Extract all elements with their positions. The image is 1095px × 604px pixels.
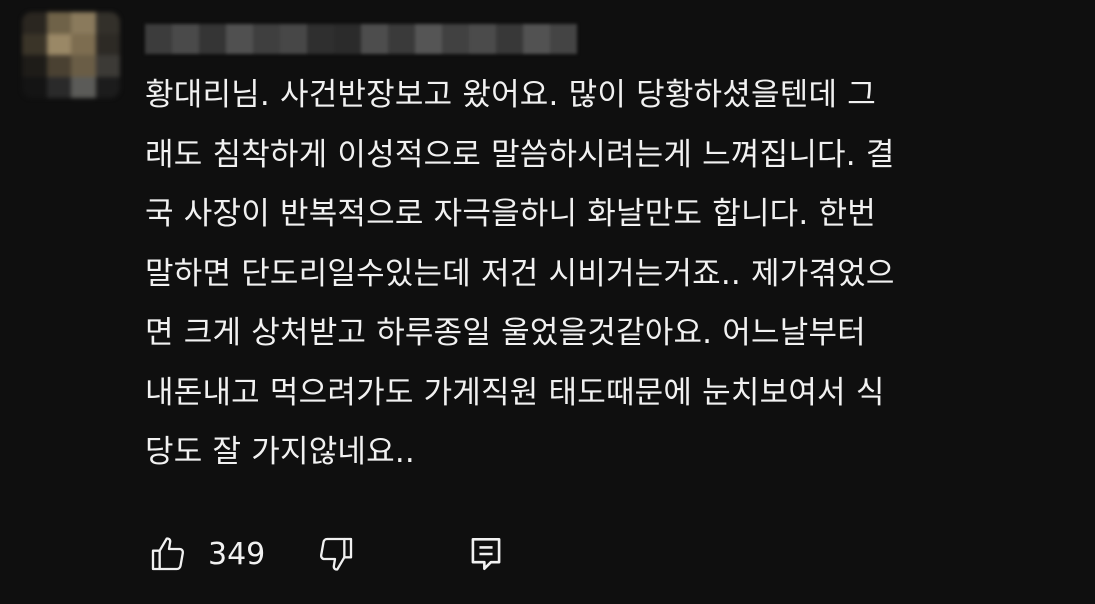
comment-line: 국 사장이 반복적으로 자극을하니 화날만도 합니다. 한번: [145, 196, 876, 232]
comment-line: 황대리님. 사건반장보고 왔어요. 많이 당황하셨을텐데 그: [145, 77, 876, 113]
reply-comment-icon[interactable]: [468, 534, 504, 574]
comment-line: 내돈내고 먹으려가도 가게직원 태도때문에 눈치보여서 식: [145, 374, 885, 411]
comment-line: 래도 침착하게 이성적으로 말씀하시려는게 느껴집니다. 결: [145, 136, 895, 173]
comment-text: 황대리님. 사건반장보고 왔어요. 많이 당황하셨을텐데 그래도 침착하게 이성…: [145, 66, 1095, 483]
comment-author-name[interactable]: [145, 24, 577, 54]
comment-line: 당도 잘 가지않네요..: [145, 434, 415, 470]
comment-action-bar: 349: [148, 532, 548, 576]
comment-line: 말하면 단도리일수있는데 저건 시비거는거죠.. 제가겪었으: [145, 255, 895, 292]
reply-button[interactable]: [468, 532, 504, 576]
thumbs-down-icon[interactable]: [316, 534, 356, 574]
like-count: 349: [208, 536, 266, 572]
comment-line: 면 크게 상처받고 하루종일 울었을것같아요. 어느날부터: [145, 315, 866, 351]
comment-avatar[interactable]: [22, 12, 120, 98]
thumbs-up-icon[interactable]: [148, 534, 188, 574]
like-button[interactable]: 349: [148, 532, 265, 576]
dislike-button[interactable]: [316, 532, 356, 576]
